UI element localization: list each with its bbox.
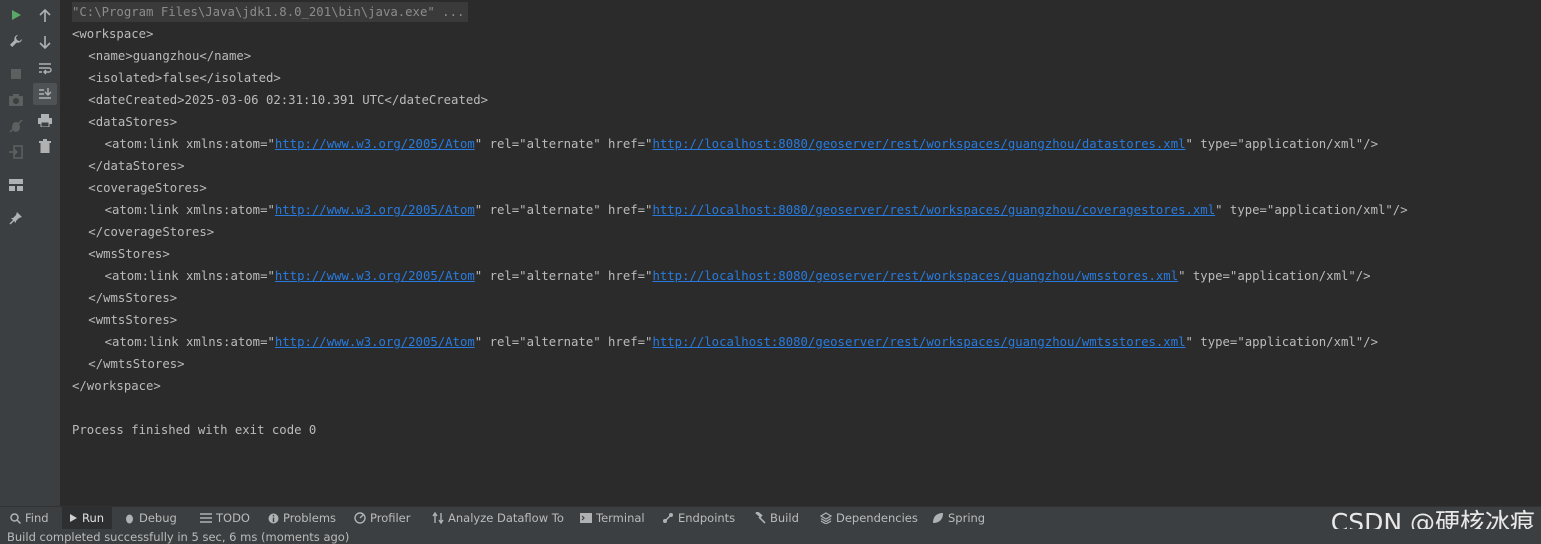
print-icon[interactable] (35, 110, 55, 130)
tool-window-bar: Find Run Debug TODO Problems Profiler Analyze … (0, 506, 1541, 529)
list-icon (200, 513, 212, 523)
terminal-icon (580, 513, 592, 523)
status-message[interactable]: Build completed successfully in 5 sec, 6… (7, 530, 349, 544)
console-text: <atom:link xmlns:atom=" (104, 335, 275, 349)
tab-analyze-dataflow-to[interactable]: Analyze Dataflow To (426, 507, 568, 529)
atom-namespace-link[interactable]: http://www.w3.org/2005/Atom (275, 335, 475, 349)
tab-todo[interactable]: TODO (194, 507, 256, 529)
console-text: " rel="alternate" href=" (474, 335, 653, 349)
tab-profiler[interactable]: Profiler (348, 507, 420, 529)
console-text: " rel="alternate" href=" (474, 137, 653, 151)
tab-label: Profiler (370, 511, 411, 525)
console-text: " rel="alternate" href=" (474, 269, 653, 283)
search-icon (10, 512, 21, 524)
console-line: <name>guangzhou</name> (88, 49, 252, 63)
tab-dependencies[interactable]: Dependencies (814, 507, 920, 529)
console-text: " type="application/xml"/> (1185, 137, 1379, 151)
profiler-icon (354, 512, 366, 524)
atom-namespace-link[interactable]: http://www.w3.org/2005/Atom (275, 269, 475, 283)
console-line: <dateCreated>2025-03-06 02:31:10.391 UTC… (88, 93, 489, 107)
console-text: " rel="alternate" href=" (474, 203, 653, 217)
login-icon[interactable] (6, 142, 26, 162)
bug-icon (124, 513, 135, 524)
atom-namespace-link[interactable]: http://www.w3.org/2005/Atom (275, 203, 475, 217)
console-text: " type="application/xml"/> (1185, 335, 1379, 349)
tab-label: Spring (948, 511, 986, 525)
bug-exclude-icon[interactable] (6, 116, 26, 136)
console-text: " type="application/xml"/> (1178, 269, 1371, 283)
dataflow-icon (432, 512, 444, 524)
status-bar: Build completed successfully in 5 sec, 6… (0, 529, 1541, 544)
tab-label: Find (25, 511, 49, 525)
layout-icon[interactable] (6, 175, 26, 195)
console-line: <isolated>false</isolated> (88, 71, 281, 85)
console-line: </wmsStores> (88, 291, 178, 305)
wrench-icon[interactable] (6, 31, 26, 51)
geoserver-rest-link[interactable]: http://localhost:8080/geoserver/rest/wor… (652, 335, 1185, 349)
console-line: <wmsStores> (88, 247, 170, 261)
console-line: <wmtsStores> (88, 313, 178, 327)
console-line: </workspace> (72, 379, 161, 393)
trash-icon[interactable] (35, 136, 55, 156)
console-text: <atom:link xmlns:atom=" (104, 137, 275, 151)
console-line: <atom:link xmlns:atom="http://www.w3.org… (105, 200, 1408, 220)
tab-problems[interactable]: Problems (262, 507, 342, 529)
tab-label: Endpoints (678, 511, 736, 525)
command-line: "C:\Program Files\Java\jdk1.8.0_201\bin\… (72, 2, 469, 22)
console-text: <atom:link xmlns:atom=" (104, 203, 275, 217)
console-line: Process finished with exit code 0 (72, 423, 317, 437)
geoserver-rest-link[interactable]: http://localhost:8080/geoserver/rest/wor… (652, 203, 1215, 217)
ide-window: "C:\Program Files\Java\jdk1.8.0_201\bin\… (0, 0, 1541, 544)
pin-icon[interactable] (6, 208, 26, 228)
run-icon[interactable] (6, 5, 26, 25)
console-output[interactable]: "C:\Program Files\Java\jdk1.8.0_201\bin\… (61, 0, 1541, 506)
console-line: </wmtsStores> (88, 357, 185, 371)
console-line: <workspace> (72, 27, 154, 41)
tab-label: Run (82, 511, 105, 525)
console-line: <atom:link xmlns:atom="http://www.w3.org… (105, 134, 1378, 154)
layers-icon (820, 512, 832, 524)
tab-terminal[interactable]: Terminal (574, 507, 650, 529)
console-line: <atom:link xmlns:atom="http://www.w3.org… (105, 266, 1371, 286)
console-line: </coverageStores> (88, 225, 215, 239)
console-line: <dataStores> (88, 115, 178, 129)
console-text: <atom:link xmlns:atom=" (104, 269, 275, 283)
hammer-icon (754, 512, 766, 524)
atom-namespace-link[interactable]: http://www.w3.org/2005/Atom (275, 137, 475, 151)
tab-label: Terminal (596, 511, 645, 525)
tab-label: Problems (283, 511, 337, 525)
camera-icon[interactable] (6, 90, 26, 110)
tab-endpoints[interactable]: Endpoints (656, 507, 742, 529)
arrow-up-icon[interactable] (35, 6, 55, 26)
soft-wrap-icon[interactable] (35, 58, 55, 78)
tab-spring[interactable]: Spring (926, 507, 988, 529)
geoserver-rest-link[interactable]: http://localhost:8080/geoserver/rest/wor… (652, 269, 1178, 283)
run-icon (68, 513, 78, 523)
tab-run[interactable]: Run (62, 507, 112, 529)
tab-label: Debug (139, 511, 177, 525)
arrow-down-icon[interactable] (35, 32, 55, 52)
tab-label: TODO (216, 511, 250, 525)
tab-find[interactable]: Find (4, 507, 58, 529)
tab-label: Dependencies (836, 511, 918, 525)
tab-debug[interactable]: Debug (118, 507, 188, 529)
stop-icon[interactable] (6, 64, 26, 84)
tab-build[interactable]: Build (748, 507, 808, 529)
run-actions-toolbar (0, 0, 32, 506)
console-text: " type="application/xml"/> (1215, 203, 1408, 217)
spring-icon (932, 512, 944, 524)
geoserver-rest-link[interactable]: http://localhost:8080/geoserver/rest/wor… (652, 137, 1185, 151)
console-line: <coverageStores> (88, 181, 207, 195)
info-icon (268, 513, 279, 524)
endpoints-icon (662, 512, 674, 524)
console-line: </dataStores> (88, 159, 185, 173)
tab-label: Build (770, 511, 799, 525)
console-line: <atom:link xmlns:atom="http://www.w3.org… (105, 332, 1378, 352)
console-actions-toolbar (31, 0, 61, 506)
scroll-to-end-icon[interactable] (33, 83, 57, 105)
tab-label: Analyze Dataflow To (448, 511, 564, 525)
